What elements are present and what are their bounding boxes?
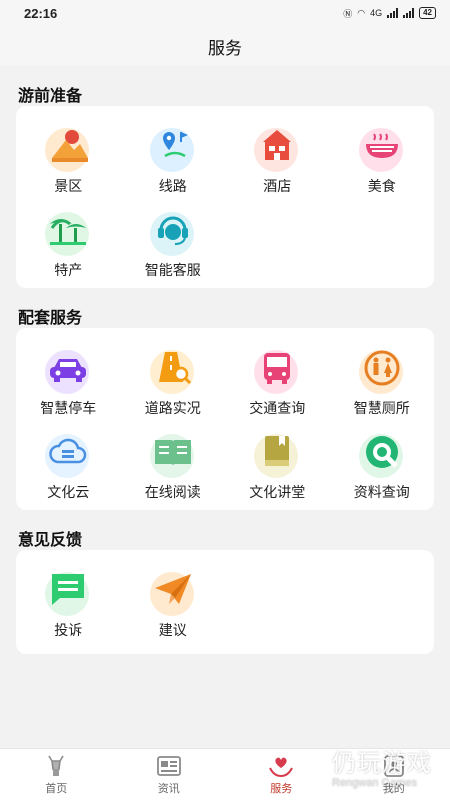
wifi-icon: ◠ xyxy=(357,7,366,18)
service-culture-cloud[interactable]: 文化云 xyxy=(16,418,121,502)
service-data-search[interactable]: 资料查询 xyxy=(330,418,435,502)
scenic-area-icon xyxy=(43,122,93,172)
profile-icon xyxy=(383,754,404,777)
tab-home-label: 首页 xyxy=(45,782,68,795)
label-food: 美食 xyxy=(367,178,396,194)
signal-icon xyxy=(387,8,399,18)
heart-hands-icon xyxy=(269,757,294,777)
search-icon xyxy=(357,428,407,478)
label-scenic: 景区 xyxy=(54,178,83,194)
tab-service[interactable]: 服务 xyxy=(225,749,338,800)
deer-icon xyxy=(48,755,64,776)
service-food[interactable]: 美食 xyxy=(330,112,435,196)
tab-news-label: 资讯 xyxy=(157,782,180,795)
label-complaint: 投诉 xyxy=(54,622,83,638)
label-data-search: 资料查询 xyxy=(353,484,410,500)
prep-card: 景区 线路 酒店 美食 特产 智能客服 xyxy=(16,106,434,288)
section-title-support: 配套服务 xyxy=(18,310,83,327)
tab-news[interactable]: 资讯 xyxy=(113,749,226,800)
customer-service-icon xyxy=(148,206,198,256)
bus-icon xyxy=(252,344,302,394)
label-customer-service: 智能客服 xyxy=(144,262,201,278)
support-card: 智慧停车 道路实况 交通查询 智慧厕所 文化云 在线阅读 文化讲堂 资料查询 xyxy=(16,328,434,510)
page-title: 服务 xyxy=(208,38,242,58)
service-toilet[interactable]: 智慧厕所 xyxy=(330,334,435,418)
label-toilet: 智慧厕所 xyxy=(353,400,410,416)
route-icon xyxy=(148,122,198,172)
paper-plane-icon xyxy=(148,566,198,616)
signal-icon-2 xyxy=(403,8,415,18)
label-suggestion: 建议 xyxy=(158,622,187,638)
tab-home[interactable]: 首页 xyxy=(0,749,113,800)
newspaper-icon xyxy=(156,755,181,776)
label-online-reading: 在线阅读 xyxy=(144,484,201,500)
label-traffic: 交通查询 xyxy=(249,400,306,416)
status-bar: 22:16 Ⓝ ◠ 4G 42 xyxy=(0,0,450,26)
service-hotel[interactable]: 酒店 xyxy=(225,112,330,196)
road-conditions-icon xyxy=(148,344,198,394)
tab-mine[interactable]: 我的 xyxy=(338,749,450,800)
complaint-icon xyxy=(43,566,93,616)
status-time: 22:16 xyxy=(24,5,58,21)
service-lecture[interactable]: 文化讲堂 xyxy=(225,418,330,502)
label-specialty: 特产 xyxy=(54,262,83,278)
book-icon xyxy=(148,428,198,478)
battery-icon: 42 xyxy=(419,7,436,19)
hotel-icon xyxy=(252,122,302,172)
label-parking: 智慧停车 xyxy=(40,400,97,416)
tab-mine-label: 我的 xyxy=(382,782,405,795)
specialty-icon xyxy=(43,206,93,256)
label-road-conditions: 道路实况 xyxy=(144,400,201,416)
label-hotel: 酒店 xyxy=(263,178,292,194)
lecture-icon xyxy=(252,428,302,478)
feedback-card: 投诉 建议 xyxy=(16,550,434,654)
service-specialty[interactable]: 特产 xyxy=(16,196,121,280)
service-suggestion[interactable]: 建议 xyxy=(121,556,226,640)
label-lecture: 文化讲堂 xyxy=(249,484,306,500)
service-road-conditions[interactable]: 道路实况 xyxy=(121,334,226,418)
page-header: 服务 xyxy=(0,26,450,66)
service-complaint[interactable]: 投诉 xyxy=(16,556,121,640)
tab-service-label: 服务 xyxy=(270,782,293,795)
status-icons: Ⓝ ◠ 4G 42 xyxy=(343,7,436,20)
service-parking[interactable]: 智慧停车 xyxy=(16,334,121,418)
bottom-tab-bar: 首页 资讯 服务 我的 xyxy=(0,748,450,800)
service-route[interactable]: 线路 xyxy=(121,112,226,196)
nfc-icon: Ⓝ xyxy=(343,8,353,19)
label-culture-cloud: 文化云 xyxy=(47,484,90,500)
parking-icon xyxy=(43,344,93,394)
section-title-feedback: 意见反馈 xyxy=(18,532,83,549)
toilet-icon xyxy=(357,344,407,394)
section-title-prep: 游前准备 xyxy=(18,88,83,105)
service-traffic[interactable]: 交通查询 xyxy=(225,334,330,418)
service-scenic[interactable]: 景区 xyxy=(16,112,121,196)
network-type: 4G xyxy=(370,8,383,18)
service-customer-service[interactable]: 智能客服 xyxy=(121,196,226,280)
label-route: 线路 xyxy=(158,178,187,194)
service-online-reading[interactable]: 在线阅读 xyxy=(121,418,226,502)
food-icon xyxy=(357,122,407,172)
cloud-icon xyxy=(43,428,93,478)
